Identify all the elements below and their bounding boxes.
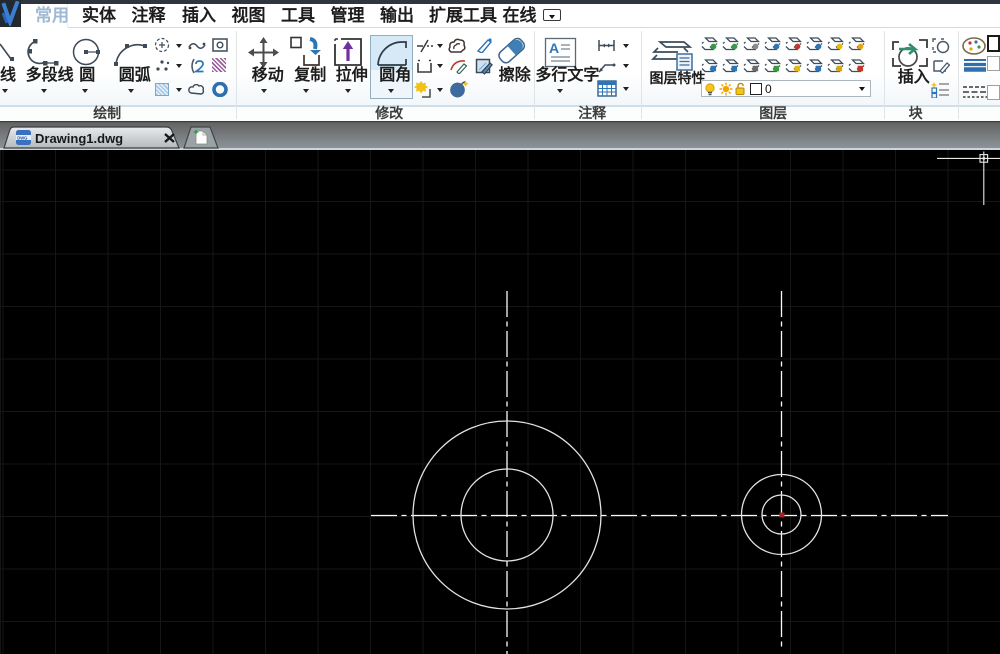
svg-text:A: A <box>549 40 559 56</box>
svg-text:Drawing1.dwg: Drawing1.dwg <box>35 131 123 146</box>
svg-text:DWG: DWG <box>17 135 27 140</box>
